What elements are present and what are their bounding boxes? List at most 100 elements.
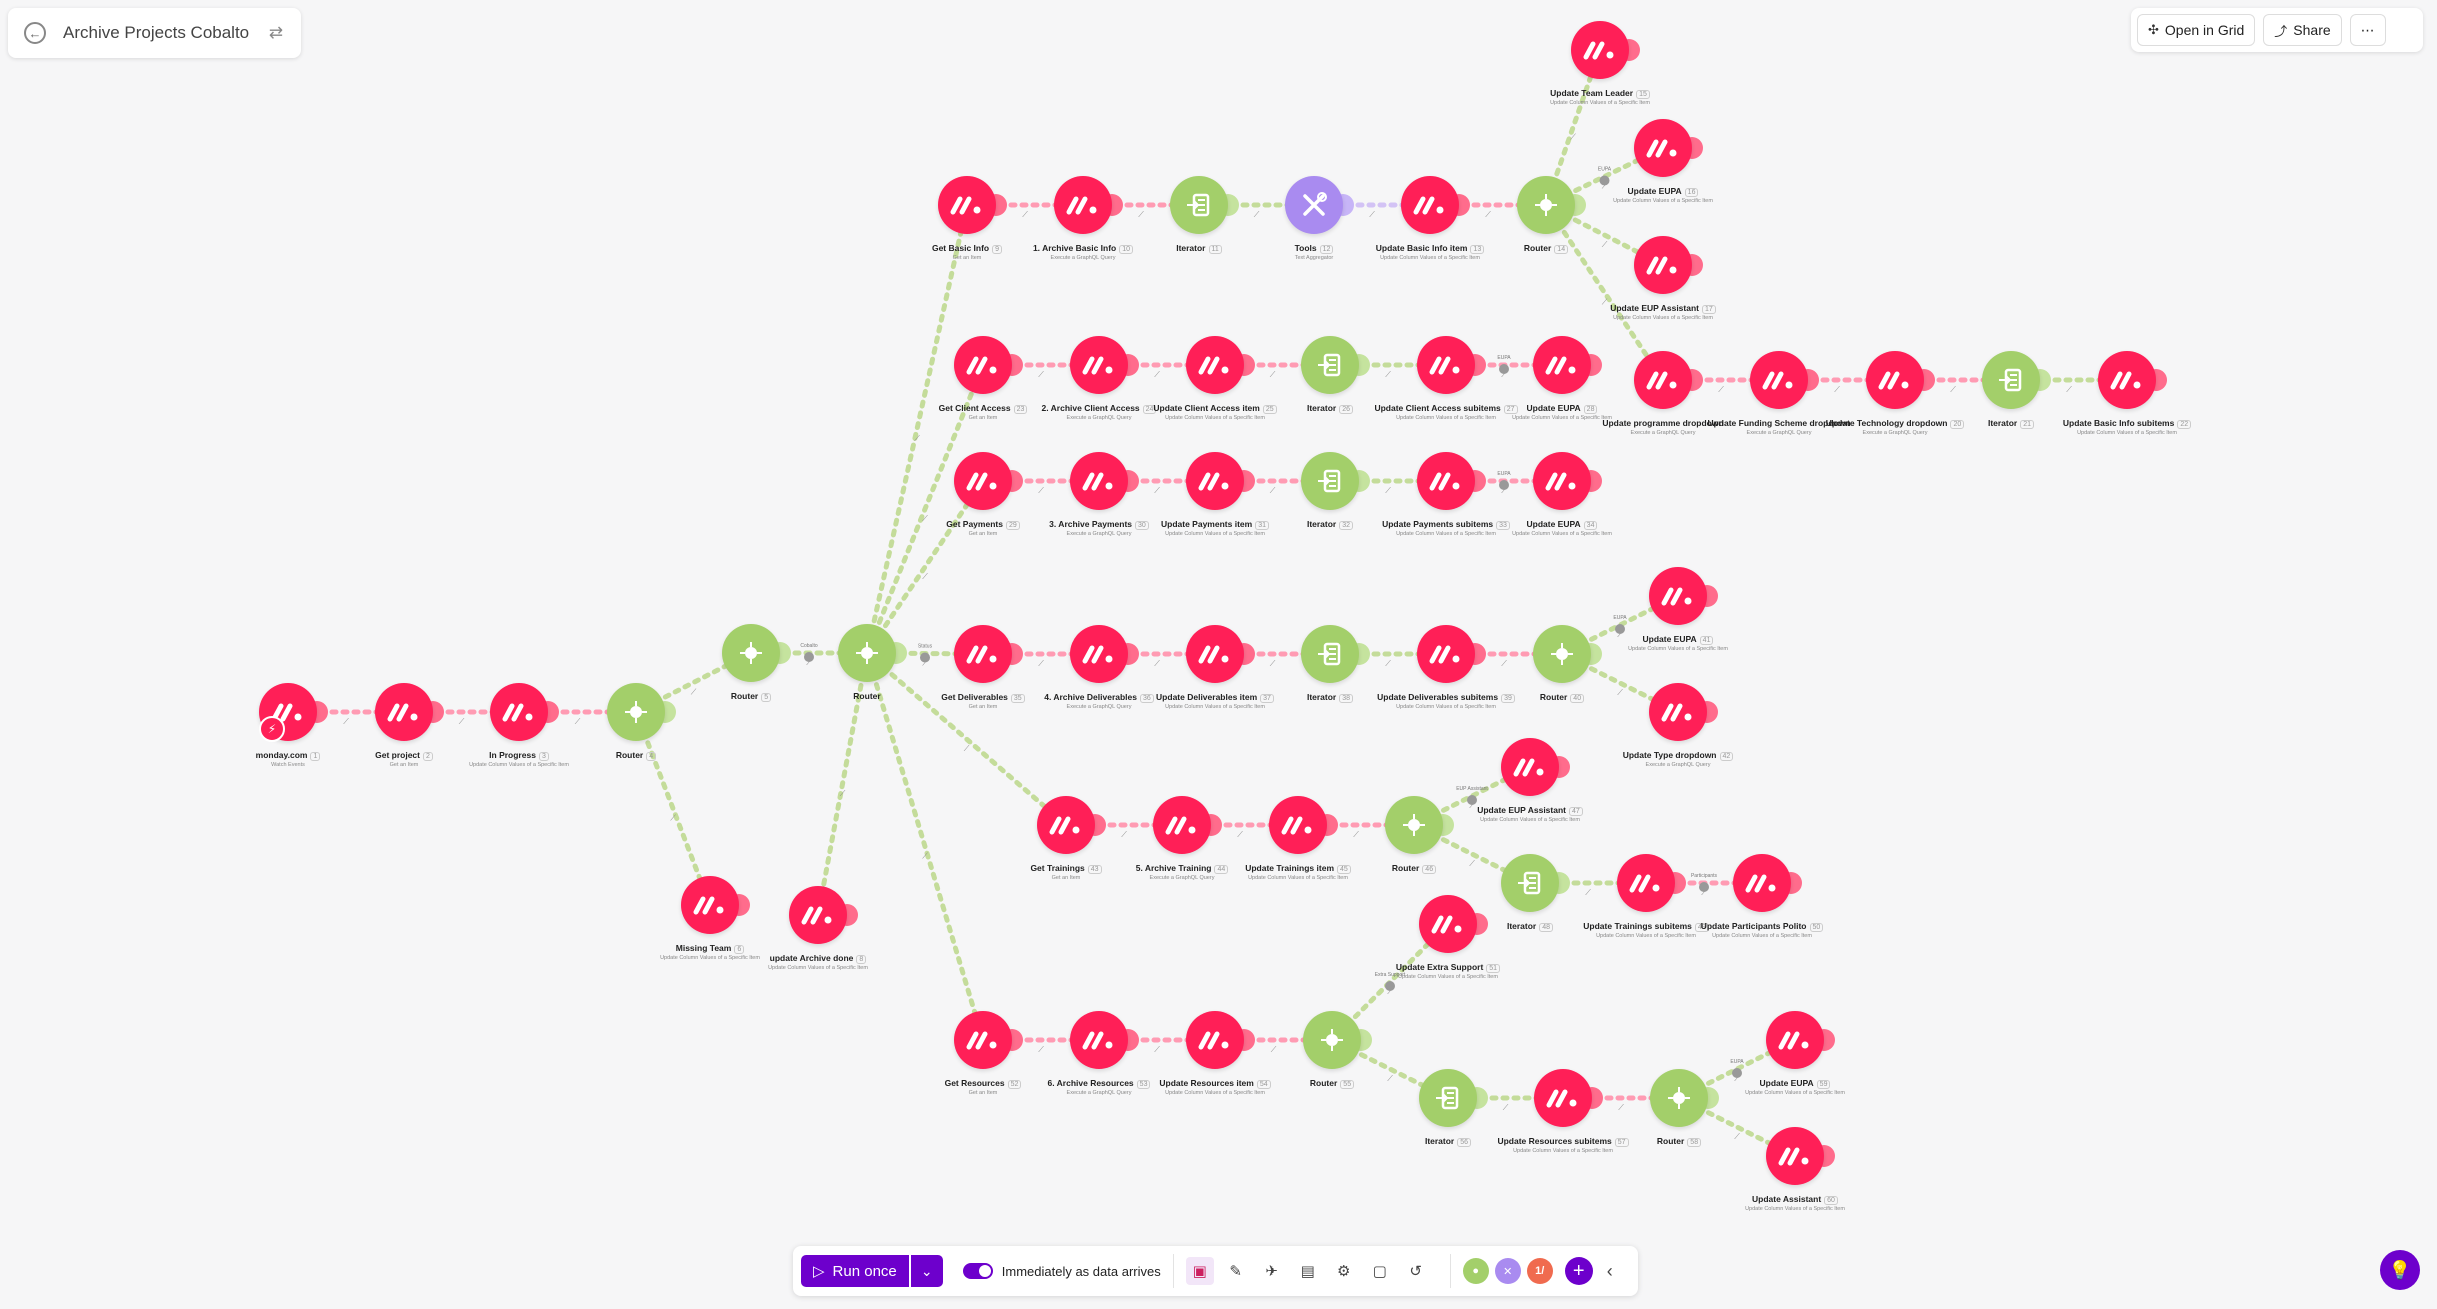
monday-logo-icon[interactable] bbox=[938, 176, 996, 234]
run-options-dropdown[interactable]: ⌄ bbox=[910, 1255, 943, 1287]
wrench-icon[interactable]: ⟋ bbox=[1834, 385, 1840, 394]
wrench-icon[interactable]: ⟋ bbox=[1038, 486, 1044, 495]
monday-logo-icon[interactable] bbox=[375, 683, 433, 741]
filter-label[interactable]: EUPA bbox=[1613, 615, 1627, 621]
monday-logo-icon[interactable] bbox=[1070, 336, 1128, 394]
filter-label[interactable]: EUP Assistant bbox=[1456, 786, 1488, 792]
wrench-icon[interactable]: ⟋ bbox=[2066, 385, 2072, 394]
wrench-icon[interactable]: ⟋ bbox=[914, 434, 920, 443]
data-store-icon[interactable]: ▤ bbox=[1294, 1257, 1322, 1285]
wrench-icon[interactable]: ⟋ bbox=[1038, 370, 1044, 379]
monday-logo-icon[interactable] bbox=[954, 452, 1012, 510]
monday-logo-icon[interactable] bbox=[1634, 236, 1692, 294]
more-options-button[interactable]: ⋯ bbox=[2349, 14, 2386, 46]
filter-icon[interactable] bbox=[1385, 981, 1395, 991]
monday-logo-icon[interactable] bbox=[1186, 1011, 1244, 1069]
wrench-icon[interactable]: ⟋ bbox=[1022, 210, 1028, 219]
monday-logo-icon[interactable] bbox=[1617, 854, 1675, 912]
monday-logo-icon[interactable] bbox=[1417, 336, 1475, 394]
monday-logo-icon[interactable] bbox=[1153, 796, 1211, 854]
connection-line[interactable] bbox=[633, 709, 713, 908]
wrench-icon[interactable]: ⟋ bbox=[922, 852, 928, 861]
monday-logo-icon[interactable] bbox=[789, 886, 847, 944]
wrench-icon[interactable]: ⟋ bbox=[1503, 1103, 1509, 1112]
wrench-icon[interactable]: ⟋ bbox=[964, 744, 970, 753]
filter-label[interactable]: EUPA bbox=[1497, 355, 1511, 361]
monday-logo-icon[interactable] bbox=[1534, 1069, 1592, 1127]
filter-icon[interactable] bbox=[1732, 1068, 1742, 1078]
app-icon[interactable]: 1/ bbox=[1526, 1258, 1553, 1284]
monday-logo-icon[interactable] bbox=[1054, 176, 1112, 234]
wrench-icon[interactable]: ⟋ bbox=[1353, 830, 1359, 839]
filter-label[interactable]: EUPA bbox=[1730, 1059, 1744, 1065]
monday-logo-icon[interactable] bbox=[2098, 351, 2156, 409]
filter-icon[interactable] bbox=[1499, 364, 1509, 374]
wrench-icon[interactable]: ⟋ bbox=[922, 572, 928, 581]
filter-icon[interactable] bbox=[1599, 175, 1610, 186]
iterator-icon[interactable] bbox=[1419, 1069, 1477, 1127]
iterator-icon[interactable] bbox=[1501, 854, 1559, 912]
wrench-icon[interactable]: ⟋ bbox=[1618, 1103, 1624, 1112]
filter-label[interactable]: Participants bbox=[1691, 873, 1718, 879]
monday-logo-icon[interactable] bbox=[1037, 796, 1095, 854]
gear-icon[interactable]: ⚙ bbox=[1330, 1257, 1358, 1285]
wrench-icon[interactable]: ⟋ bbox=[670, 814, 676, 823]
monday-logo-icon[interactable] bbox=[681, 876, 739, 934]
iterator-icon[interactable] bbox=[1301, 452, 1359, 510]
wrench-icon[interactable]: ⟋ bbox=[1718, 385, 1724, 394]
iterator-icon[interactable] bbox=[1170, 176, 1228, 234]
iterator-icon[interactable] bbox=[1982, 351, 2040, 409]
monday-logo-icon[interactable] bbox=[1634, 351, 1692, 409]
monday-logo-icon[interactable] bbox=[1866, 351, 1924, 409]
monday-logo-icon[interactable] bbox=[1533, 452, 1591, 510]
share-button[interactable]: ⤴ Share bbox=[2263, 14, 2342, 46]
open-in-grid-button[interactable]: ✣ Open in Grid bbox=[2137, 14, 2256, 46]
undo-icon[interactable]: ↺ bbox=[1402, 1257, 1430, 1285]
monday-logo-icon[interactable] bbox=[490, 683, 548, 741]
monday-logo-icon[interactable] bbox=[1186, 452, 1244, 510]
wrench-icon[interactable]: ⟋ bbox=[1038, 659, 1044, 668]
wrench-icon[interactable]: ⟋ bbox=[1950, 385, 1956, 394]
filter-icon[interactable] bbox=[1467, 795, 1477, 805]
connection-line[interactable] bbox=[864, 650, 1069, 828]
explain-flow-icon[interactable]: ✈ bbox=[1258, 1257, 1286, 1285]
monday-logo-icon[interactable] bbox=[1070, 1011, 1128, 1069]
monday-logo-icon[interactable] bbox=[1634, 119, 1692, 177]
monday-logo-icon[interactable] bbox=[954, 1011, 1012, 1069]
monday-logo-icon[interactable] bbox=[1070, 625, 1128, 683]
wrench-icon[interactable]: ⟋ bbox=[1154, 486, 1160, 495]
collapse-toolbar-icon[interactable]: ‹ bbox=[1607, 1261, 1613, 1282]
filter-label[interactable]: EUPA bbox=[1598, 167, 1612, 173]
monday-logo-icon[interactable] bbox=[1571, 21, 1629, 79]
filter-label[interactable]: Cobalto bbox=[800, 643, 817, 649]
connection-line[interactable] bbox=[864, 202, 970, 656]
monday-logo-icon[interactable] bbox=[1733, 854, 1791, 912]
iterator-icon[interactable] bbox=[1301, 625, 1359, 683]
wrench-icon[interactable]: ⟋ bbox=[1570, 133, 1576, 142]
monday-logo-icon[interactable] bbox=[1766, 1127, 1824, 1185]
wrench-icon[interactable]: ⟋ bbox=[1038, 1045, 1044, 1054]
wrench-icon[interactable]: ⟋ bbox=[1385, 486, 1391, 495]
wrench-icon[interactable]: ⟋ bbox=[1270, 370, 1276, 379]
wrench-icon[interactable]: ⟋ bbox=[1485, 210, 1491, 219]
monday-logo-icon[interactable] bbox=[1401, 176, 1459, 234]
monday-logo-icon[interactable] bbox=[1417, 452, 1475, 510]
tools-icon[interactable] bbox=[1285, 176, 1343, 234]
filter-icon[interactable] bbox=[804, 652, 814, 662]
tools-icon[interactable]: ✕ bbox=[1494, 1258, 1521, 1284]
scenario-title[interactable]: Archive Projects Cobalto bbox=[63, 23, 249, 43]
wrench-icon[interactable]: ⟋ bbox=[1369, 210, 1375, 219]
iterator-icon[interactable] bbox=[1301, 336, 1359, 394]
monday-logo-icon[interactable] bbox=[1186, 625, 1244, 683]
wrench-icon[interactable]: ⟋ bbox=[1154, 659, 1160, 668]
filter-label[interactable]: EUPA bbox=[1497, 471, 1511, 477]
monday-logo-icon[interactable] bbox=[1750, 351, 1808, 409]
wrench-icon[interactable]: ⟋ bbox=[1585, 888, 1591, 897]
filter-icon[interactable] bbox=[1499, 480, 1509, 490]
router-icon[interactable] bbox=[1517, 176, 1575, 234]
filter-icon[interactable] bbox=[920, 652, 930, 663]
monday-logo-icon[interactable] bbox=[1419, 895, 1477, 953]
monday-logo-icon[interactable] bbox=[1649, 683, 1707, 741]
monday-logo-icon[interactable] bbox=[954, 625, 1012, 683]
filter-icon[interactable] bbox=[1615, 624, 1625, 634]
